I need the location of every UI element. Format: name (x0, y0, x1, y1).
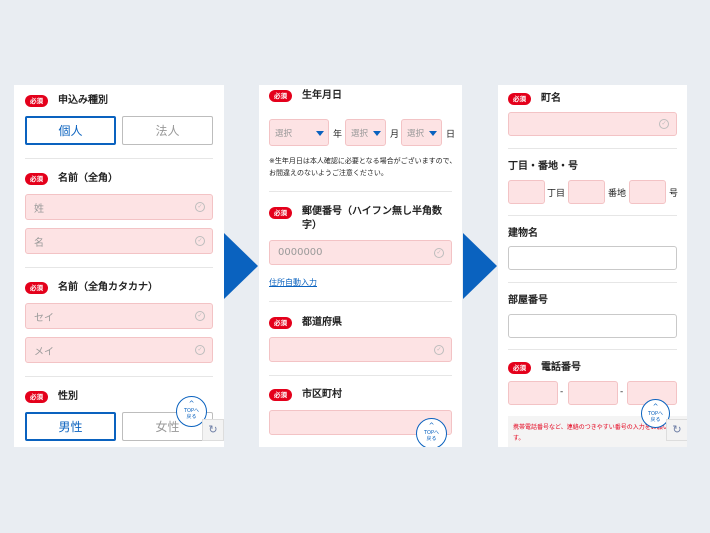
postal-code-label: 必須 郵便番号（ハイフン無し半角数字） (269, 205, 452, 233)
banchi-unit: 番地 (608, 189, 627, 199)
chevron-up-icon: ^ (188, 400, 195, 408)
building-label: 建物名 (508, 228, 538, 239)
option-corporation-button[interactable]: 法人 (122, 116, 213, 145)
check-icon: ✓ (195, 345, 205, 355)
divider (508, 282, 677, 283)
first-name-field[interactable]: 名 ✓ (25, 228, 213, 254)
phone-part1-field[interactable] (508, 381, 558, 405)
name-kana-label: 必須 名前（全角カタカナ） (25, 281, 158, 295)
chevron-down-icon (429, 130, 437, 136)
divider (25, 376, 213, 377)
check-icon: ✓ (195, 236, 205, 246)
divider (508, 148, 677, 149)
back-to-top-button[interactable]: ^ TOPへ 戻る (416, 418, 447, 447)
phone-part2-field[interactable] (568, 381, 618, 405)
room-field[interactable] (508, 314, 677, 338)
divider (269, 191, 452, 192)
chevron-up-icon: ^ (652, 403, 659, 411)
recaptcha-icon: ↻ (666, 419, 687, 441)
check-icon: ✓ (195, 311, 205, 321)
block-label: 丁目・番地・号 (508, 161, 578, 172)
day-unit: 日 (446, 130, 456, 140)
screen-contact-info: 必須 町名 ✓ 丁目・番地・号 丁目 番地 号 建物名 部屋番号 必須 電話番号… (498, 85, 687, 447)
go-unit: 号 (669, 189, 679, 199)
required-badge: 必須 (269, 207, 292, 219)
application-type-label: 必須 申込み種別 (25, 94, 108, 108)
divider (25, 158, 213, 159)
last-name-kana-field[interactable]: セイ ✓ (25, 303, 213, 329)
required-badge: 必須 (269, 90, 292, 102)
check-icon: ✓ (434, 344, 444, 355)
name-kanji-label: 必須 名前（全角） (25, 172, 118, 186)
banchi-field[interactable] (568, 180, 605, 204)
birth-day-select[interactable]: 選択 (401, 119, 442, 146)
required-badge: 必須 (25, 391, 48, 403)
required-badge: 必須 (269, 317, 292, 329)
chevron-down-icon (316, 130, 324, 136)
month-unit: 月 (390, 130, 400, 140)
step-arrow-icon (224, 233, 258, 299)
city-label: 必須 市区町村 (269, 388, 342, 402)
required-badge: 必須 (508, 93, 531, 105)
room-label: 部屋番号 (508, 295, 548, 306)
chevron-down-icon (373, 130, 381, 136)
required-badge: 必須 (25, 282, 48, 294)
divider (508, 215, 677, 216)
divider (25, 267, 213, 268)
phone-separator: - (560, 387, 564, 397)
divider (508, 349, 677, 350)
required-badge: 必須 (269, 389, 292, 401)
birth-month-select[interactable]: 選択 (345, 119, 386, 146)
postal-code-field[interactable]: 0000000 ✓ (269, 240, 452, 265)
birthdate-note: ※生年月日は本人確認に必要となる場合がございますので、お間違えのないようご注意く… (269, 157, 457, 177)
check-icon: ✓ (195, 202, 205, 212)
birthdate-label: 必須 生年月日 (269, 89, 342, 103)
chome-unit: 丁目 (547, 189, 566, 199)
screen-applicant-info: 必須 申込み種別 個人 法人 必須 名前（全角） 姓 ✓ 名 ✓ 必須 名前（全角カ… (14, 85, 224, 447)
screen-address-info: 必須 生年月日 選択 年 選択 月 選択 日 ※生年月日は本人確認に必要となる場… (259, 85, 462, 447)
divider (269, 375, 452, 376)
auto-address-link[interactable]: 住所自動入力 (269, 277, 317, 288)
required-badge: 必須 (508, 362, 531, 374)
building-field[interactable] (508, 246, 677, 270)
last-name-field[interactable]: 姓 ✓ (25, 194, 213, 220)
chome-field[interactable] (508, 180, 545, 204)
go-field[interactable] (629, 180, 666, 204)
required-badge: 必須 (25, 173, 48, 185)
prefecture-label: 必須 都道府県 (269, 316, 342, 330)
phone-label: 必須 電話番号 (508, 361, 581, 375)
required-badge: 必須 (25, 95, 48, 107)
phone-separator: - (620, 387, 624, 397)
option-individual-button[interactable]: 個人 (25, 116, 116, 145)
option-male-button[interactable]: 男性 (25, 412, 116, 441)
town-label: 必須 町名 (508, 92, 561, 106)
birth-year-select[interactable]: 選択 (269, 119, 329, 146)
check-icon: ✓ (434, 247, 444, 258)
chevron-up-icon: ^ (428, 422, 435, 430)
gender-label: 必須 性別 (25, 390, 78, 404)
divider (269, 301, 452, 302)
year-unit: 年 (333, 130, 343, 140)
first-name-kana-field[interactable]: メイ ✓ (25, 337, 213, 363)
recaptcha-icon: ↻ (202, 419, 224, 441)
town-field[interactable]: ✓ (508, 112, 677, 136)
step-arrow-icon (463, 233, 497, 299)
check-icon: ✓ (659, 119, 669, 129)
prefecture-field[interactable]: ✓ (269, 337, 452, 362)
